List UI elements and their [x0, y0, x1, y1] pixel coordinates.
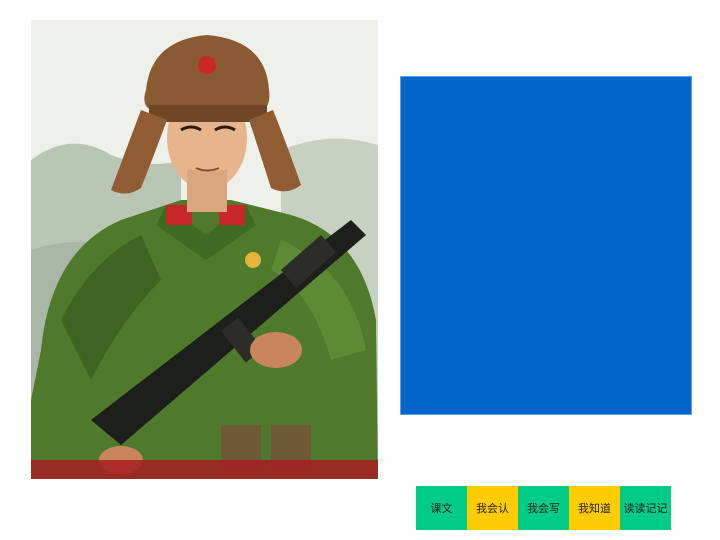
nav-button-text[interactable]: 课文 [416, 486, 467, 530]
blue-content-panel [400, 76, 692, 415]
nav-button-know[interactable]: 我知道 [569, 486, 620, 530]
nav-button-recognize[interactable]: 我会认 [467, 486, 518, 530]
bottom-nav-bar: 课文 我会认 我会写 我知道 读读记记 [416, 486, 671, 530]
soldier-portrait-image [31, 20, 378, 479]
nav-button-write[interactable]: 我会写 [518, 486, 569, 530]
nav-button-read-remember[interactable]: 读读记记 [620, 486, 671, 530]
